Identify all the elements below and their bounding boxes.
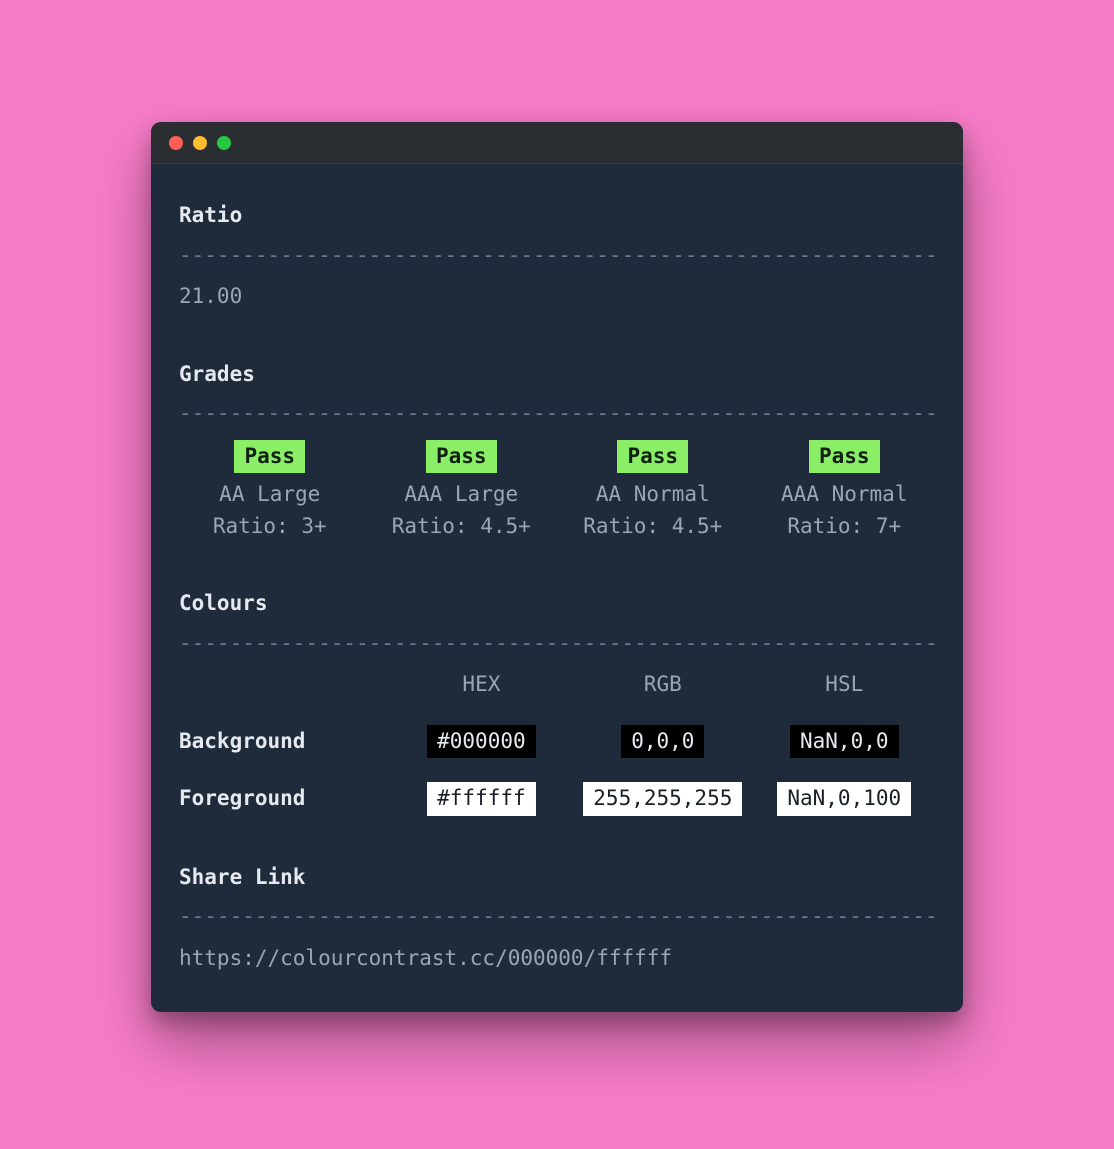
status-badge: Pass <box>617 440 688 474</box>
status-badge: Pass <box>426 440 497 474</box>
grade-label: AAA Normal <box>754 479 936 511</box>
fg-hex-value: #ffffff <box>427 782 536 816</box>
share-link-url[interactable]: https://colourcontrast.cc/000000/ffffff <box>179 943 935 975</box>
status-badge: Pass <box>234 440 305 474</box>
zoom-icon[interactable] <box>217 136 231 150</box>
divider: ----------------------------------------… <box>179 398 935 430</box>
grades-section: Grades ---------------------------------… <box>179 359 935 543</box>
row-label-foreground: Foreground <box>179 783 391 815</box>
bg-rgb-value: 0,0,0 <box>621 725 704 759</box>
close-icon[interactable] <box>169 136 183 150</box>
share-heading: Share Link <box>179 862 935 894</box>
grades-heading: Grades <box>179 359 935 391</box>
grade-aa-normal: Pass AA Normal Ratio: 4.5+ <box>562 440 744 543</box>
bg-hsl-value: NaN,0,0 <box>790 725 899 759</box>
grade-label: AA Large <box>179 479 361 511</box>
fg-hsl-value: NaN,0,100 <box>777 782 911 816</box>
colours-table: HEX RGB HSL Background #000000 0,0,0 NaN… <box>179 669 935 816</box>
col-header-rgb: RGB <box>572 669 753 701</box>
terminal-window: Ratio ----------------------------------… <box>151 122 963 1012</box>
ratio-value: 21.00 <box>179 281 935 313</box>
grade-ratio: Ratio: 7+ <box>754 511 936 543</box>
grade-ratio: Ratio: 4.5+ <box>371 511 553 543</box>
fg-rgb-value: 255,255,255 <box>583 782 742 816</box>
grade-aa-large: Pass AA Large Ratio: 3+ <box>179 440 361 543</box>
row-label-background: Background <box>179 726 391 758</box>
status-badge: Pass <box>809 440 880 474</box>
ratio-section: Ratio ----------------------------------… <box>179 200 935 313</box>
grade-ratio: Ratio: 4.5+ <box>562 511 744 543</box>
colours-section: Colours --------------------------------… <box>179 588 935 816</box>
col-header-hsl: HSL <box>754 669 935 701</box>
grade-aaa-large: Pass AAA Large Ratio: 4.5+ <box>371 440 553 543</box>
grade-label: AA Normal <box>562 479 744 511</box>
colours-heading: Colours <box>179 588 935 620</box>
grade-ratio: Ratio: 3+ <box>179 511 361 543</box>
share-section: Share Link -----------------------------… <box>179 862 935 975</box>
grade-aaa-normal: Pass AAA Normal Ratio: 7+ <box>754 440 936 543</box>
minimize-icon[interactable] <box>193 136 207 150</box>
divider: ----------------------------------------… <box>179 901 935 933</box>
grades-row: Pass AA Large Ratio: 3+ Pass AAA Large R… <box>179 440 935 543</box>
col-header-hex: HEX <box>391 669 572 701</box>
divider: ----------------------------------------… <box>179 240 935 272</box>
bg-hex-value: #000000 <box>427 725 536 759</box>
divider: ----------------------------------------… <box>179 628 935 660</box>
grade-label: AAA Large <box>371 479 553 511</box>
window-titlebar <box>151 122 963 164</box>
terminal-content: Ratio ----------------------------------… <box>151 164 963 1012</box>
ratio-heading: Ratio <box>179 200 935 232</box>
